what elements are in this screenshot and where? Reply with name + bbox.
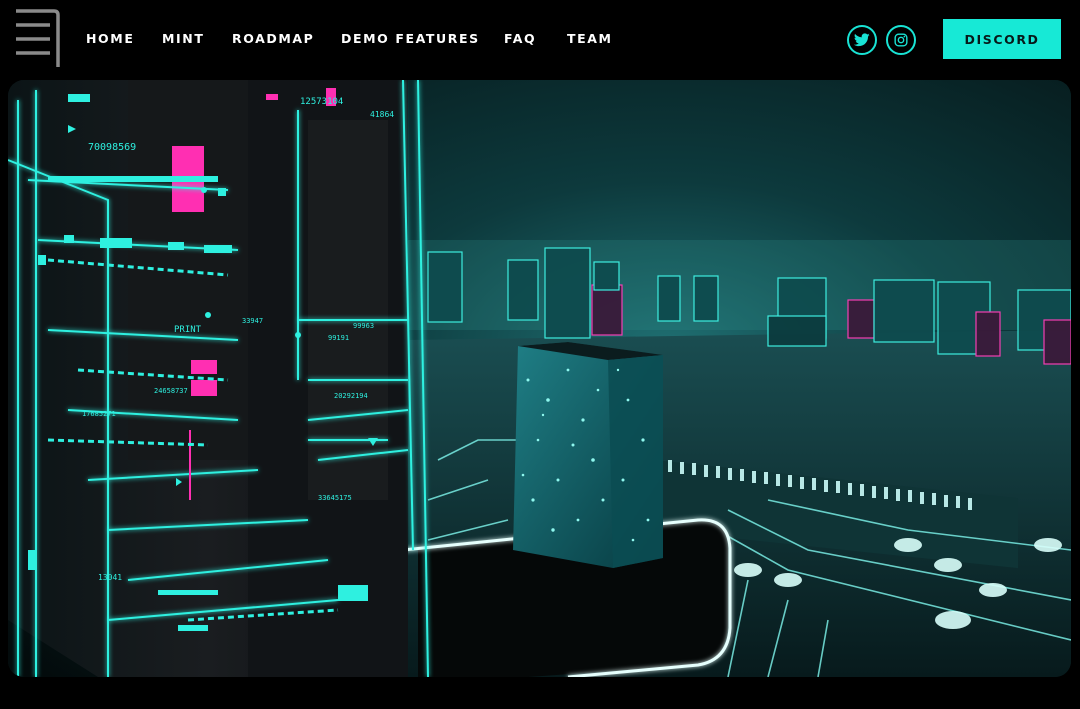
discord-button[interactable]: DISCORD: [943, 19, 1061, 59]
hud-label-3: 41864: [370, 110, 394, 119]
hud-label-9: 24658737: [154, 387, 188, 395]
hud-label-4: PRINT: [174, 325, 202, 335]
instagram-button[interactable]: [886, 25, 916, 55]
hud-label-5: 33947: [242, 317, 263, 325]
hud-label-12: 13041: [98, 573, 122, 582]
hud-label-1: 70098569: [88, 142, 136, 153]
hero-scene-graphic: 70098569 12573104 41864 PRINT 33947 9996…: [8, 80, 1071, 677]
top-navbar: HOME MINT ROADMAP DEMO FEATURES FAQ TEAM…: [0, 0, 1080, 80]
nav-faq[interactable]: FAQ: [504, 31, 536, 46]
logo-icon: [16, 9, 60, 67]
nav-home[interactable]: HOME: [86, 31, 134, 46]
nav-roadmap[interactable]: ROADMAP: [232, 31, 314, 46]
nav-mint[interactable]: MINT: [162, 31, 204, 46]
hud-label-7: 99191: [328, 334, 349, 342]
nav-demo-features[interactable]: DEMO FEATURES: [341, 31, 480, 46]
hud-label-6: 99963: [353, 322, 374, 330]
hud-label-11: 33645175: [318, 494, 352, 502]
instagram-icon: [894, 33, 908, 47]
hud-label-10: 17685271: [82, 410, 116, 418]
twitter-button[interactable]: [847, 25, 877, 55]
hud-label-2: 12573104: [300, 97, 343, 107]
hud-label-8: 20292194: [334, 392, 368, 400]
nav-team[interactable]: TEAM: [567, 31, 613, 46]
hero-scene: 70098569 12573104 41864 PRINT 33947 9996…: [8, 80, 1071, 677]
site-logo[interactable]: [14, 7, 62, 71]
twitter-icon: [854, 33, 870, 47]
